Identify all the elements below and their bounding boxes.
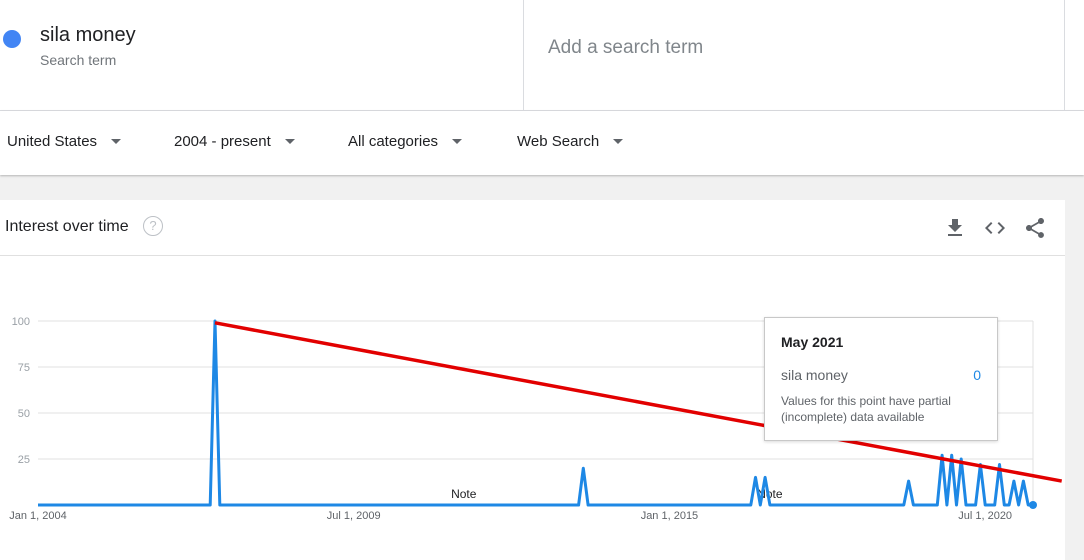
interest-over-time-chart: 100755025 Jan 1, 2004 Jul 1, 2009 Jan 1, 2… — [9, 316, 1063, 522]
x-tick-label: Jan 1, 2015 — [641, 510, 699, 522]
y-tick-label: 75 — [18, 362, 30, 374]
x-tick-labels: Jan 1, 2004 Jul 1, 2009 Jan 1, 2015 Jul 1, … — [9, 510, 1012, 522]
y-tick-label: 100 — [12, 316, 30, 328]
highlighted-point — [1029, 501, 1037, 509]
chart-annotations: Note Note — [451, 487, 783, 501]
data-point-tooltip: May 2021 sila money 0 Values for this po… — [764, 317, 998, 441]
y-tick-label: 50 — [18, 408, 30, 420]
x-tick-label: Jul 1, 2020 — [958, 510, 1012, 522]
tooltip-partial-data-note: Values for this point have partial (inco… — [781, 394, 951, 424]
x-tick-label: Jul 1, 2009 — [327, 510, 381, 522]
x-tick-label: Jan 1, 2004 — [9, 510, 67, 522]
y-tick-labels: 100 75 50 25 — [12, 316, 30, 466]
note-annotation: Note — [451, 487, 477, 501]
tooltip-series-name: sila money — [781, 367, 848, 383]
tooltip-value: 0 — [973, 367, 981, 383]
y-tick-label: 25 — [18, 454, 30, 466]
tooltip-date: May 2021 — [781, 334, 844, 350]
